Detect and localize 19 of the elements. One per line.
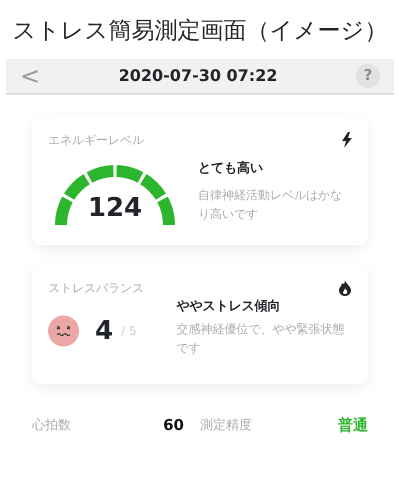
footer-label: 測定精度 bbox=[200, 416, 252, 435]
flame-icon bbox=[338, 280, 352, 296]
card-title: ストレスバランス bbox=[48, 280, 144, 296]
help-button[interactable]: ? bbox=[356, 64, 380, 88]
lightning-icon bbox=[342, 132, 352, 148]
description-text: 自律神経活動レベルはかなり高いです bbox=[198, 187, 343, 224]
gauge-value: 124 bbox=[86, 192, 144, 224]
card-title: エネルギーレベル bbox=[48, 132, 144, 148]
description-text: 交感神経優位で、やや緊張状態です bbox=[176, 321, 346, 358]
score-value: 4 bbox=[95, 314, 114, 348]
status-text: ややストレス傾向 bbox=[176, 298, 282, 316]
footer-value: 60 bbox=[163, 415, 184, 436]
footer-label: 心拍数 bbox=[32, 416, 71, 435]
header-title: 2020-07-30 07:22 bbox=[118, 64, 278, 86]
footer-value: 普通 bbox=[338, 415, 368, 436]
status-text: とても高い bbox=[198, 160, 264, 178]
face-icon bbox=[48, 314, 80, 348]
back-button[interactable]: < bbox=[20, 64, 40, 88]
caption: ストレス簡易測定画面（イメージ） bbox=[12, 17, 388, 46]
